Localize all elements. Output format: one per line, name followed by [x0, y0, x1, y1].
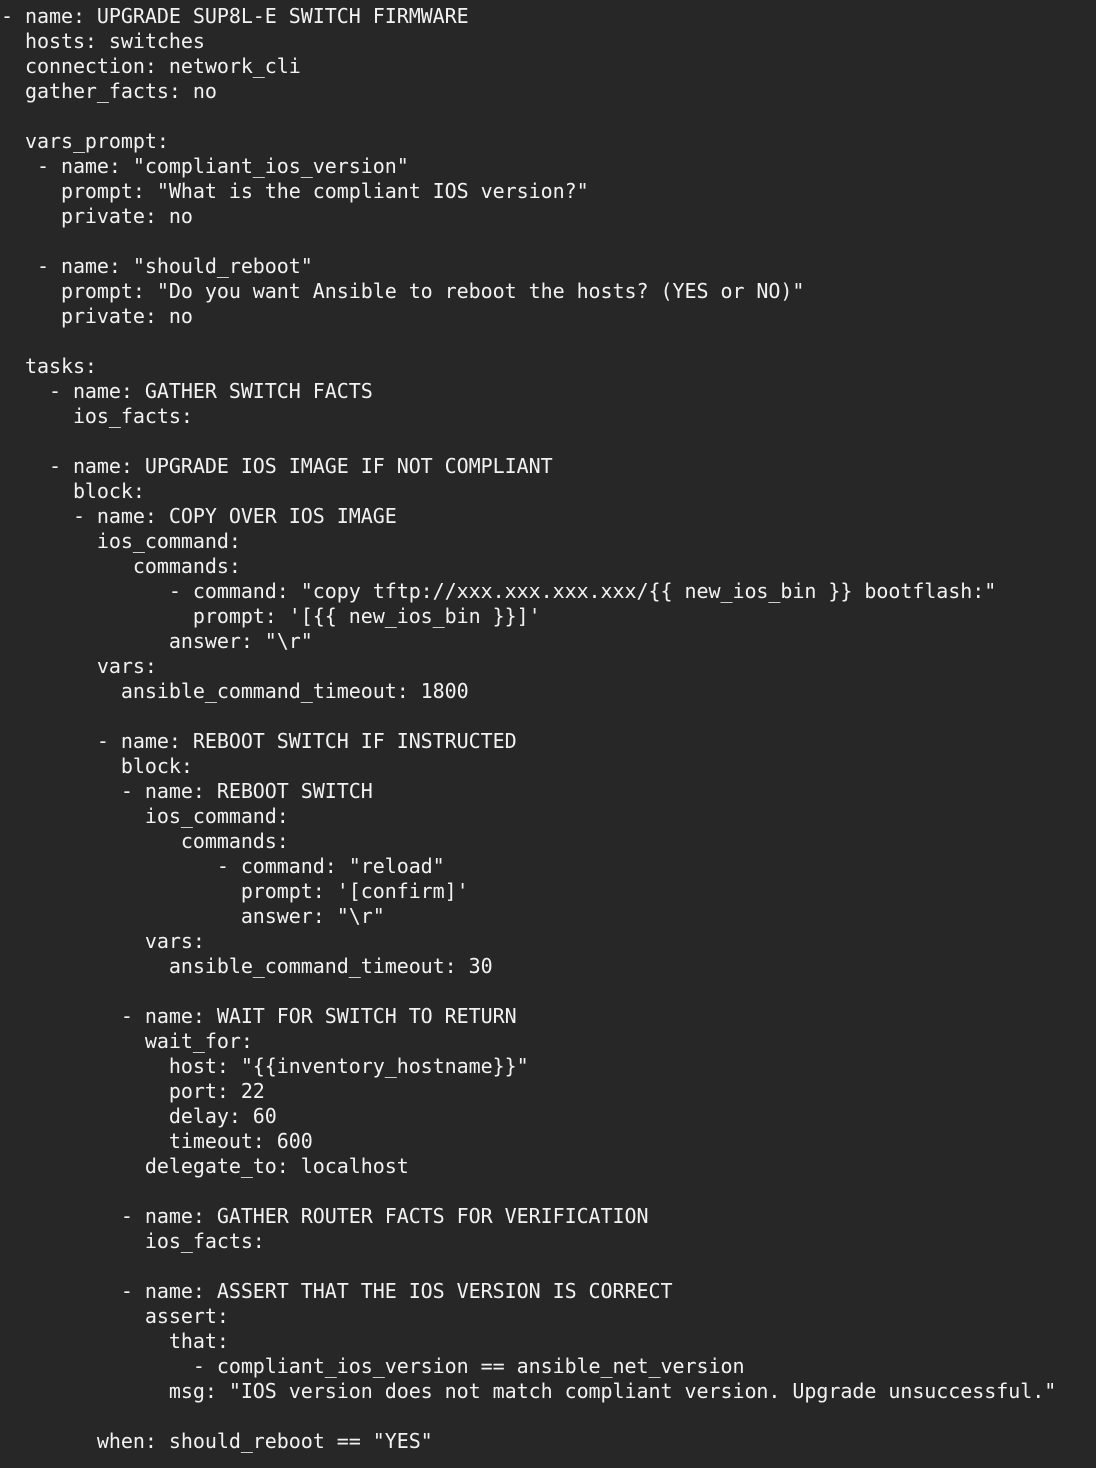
code-editor[interactable]: - name: UPGRADE SUP8L-E SWITCH FIRMWARE … [1, 4, 1096, 1468]
code-line: ansible_command_timeout: 30 [1, 954, 493, 978]
code-line: commands: [1, 829, 289, 853]
code-line: ios_command: [1, 804, 289, 828]
code-line: private: no [1, 304, 193, 328]
code-line: - command: "reload" [1, 854, 445, 878]
code-line: block: [1, 754, 193, 778]
code-line: timeout: 600 [1, 1129, 313, 1153]
code-line: hosts: switches [1, 29, 205, 53]
code-line: tasks: [1, 354, 97, 378]
code-line: prompt: '[confirm]' [1, 879, 469, 903]
code-line: prompt: '[{{ new_ios_bin }}]' [1, 604, 541, 628]
code-line: - name: UPGRADE SUP8L-E SWITCH FIRMWARE [1, 4, 469, 28]
code-line: when: should_reboot == "YES" [1, 1429, 433, 1453]
code-line: - command: "copy tftp://xxx.xxx.xxx.xxx/… [1, 579, 997, 603]
code-line: msg: "IOS version does not match complia… [1, 1379, 1057, 1403]
code-line: - name: GATHER ROUTER FACTS FOR VERIFICA… [1, 1204, 649, 1228]
code-line: vars: [1, 929, 205, 953]
code-line: - name: WAIT FOR SWITCH TO RETURN [1, 1004, 517, 1028]
code-line: ios_command: [1, 529, 241, 553]
code-line: vars_prompt: [1, 129, 169, 153]
code-line: assert: [1, 1304, 229, 1328]
code-line: gather_facts: no [1, 79, 217, 103]
code-line: prompt: "Do you want Ansible to reboot t… [1, 279, 805, 303]
code-line: answer: "\r" [1, 629, 313, 653]
code-line: ios_facts: [1, 1229, 265, 1253]
code-line: - name: REBOOT SWITCH IF INSTRUCTED [1, 729, 517, 753]
code-line: delay: 60 [1, 1104, 277, 1128]
code-line: - name: "should_reboot" [1, 254, 313, 278]
code-line: prompt: "What is the compliant IOS versi… [1, 179, 589, 203]
code-line: answer: "\r" [1, 904, 385, 928]
code-line: - name: REBOOT SWITCH [1, 779, 373, 803]
code-line: block: [1, 479, 145, 503]
code-line: port: 22 [1, 1079, 265, 1103]
code-line: private: no [1, 204, 193, 228]
code-line: - name: "compliant_ios_version" [1, 154, 409, 178]
code-line: that: [1, 1329, 229, 1353]
code-line: - compliant_ios_version == ansible_net_v… [1, 1354, 745, 1378]
code-line: - name: GATHER SWITCH FACTS [1, 379, 373, 403]
code-line: - name: UPGRADE IOS IMAGE IF NOT COMPLIA… [1, 454, 553, 478]
code-line: commands: [1, 554, 241, 578]
code-line: - name: ASSERT THAT THE IOS VERSION IS C… [1, 1279, 673, 1303]
code-line: ios_facts: [1, 404, 193, 428]
code-line: - name: COPY OVER IOS IMAGE [1, 504, 397, 528]
code-line: connection: network_cli [1, 54, 301, 78]
code-line: vars: [1, 654, 157, 678]
code-line: wait_for: [1, 1029, 253, 1053]
code-line: host: "{{inventory_hostname}}" [1, 1054, 529, 1078]
code-line: delegate_to: localhost [1, 1154, 409, 1178]
code-line: ansible_command_timeout: 1800 [1, 679, 469, 703]
